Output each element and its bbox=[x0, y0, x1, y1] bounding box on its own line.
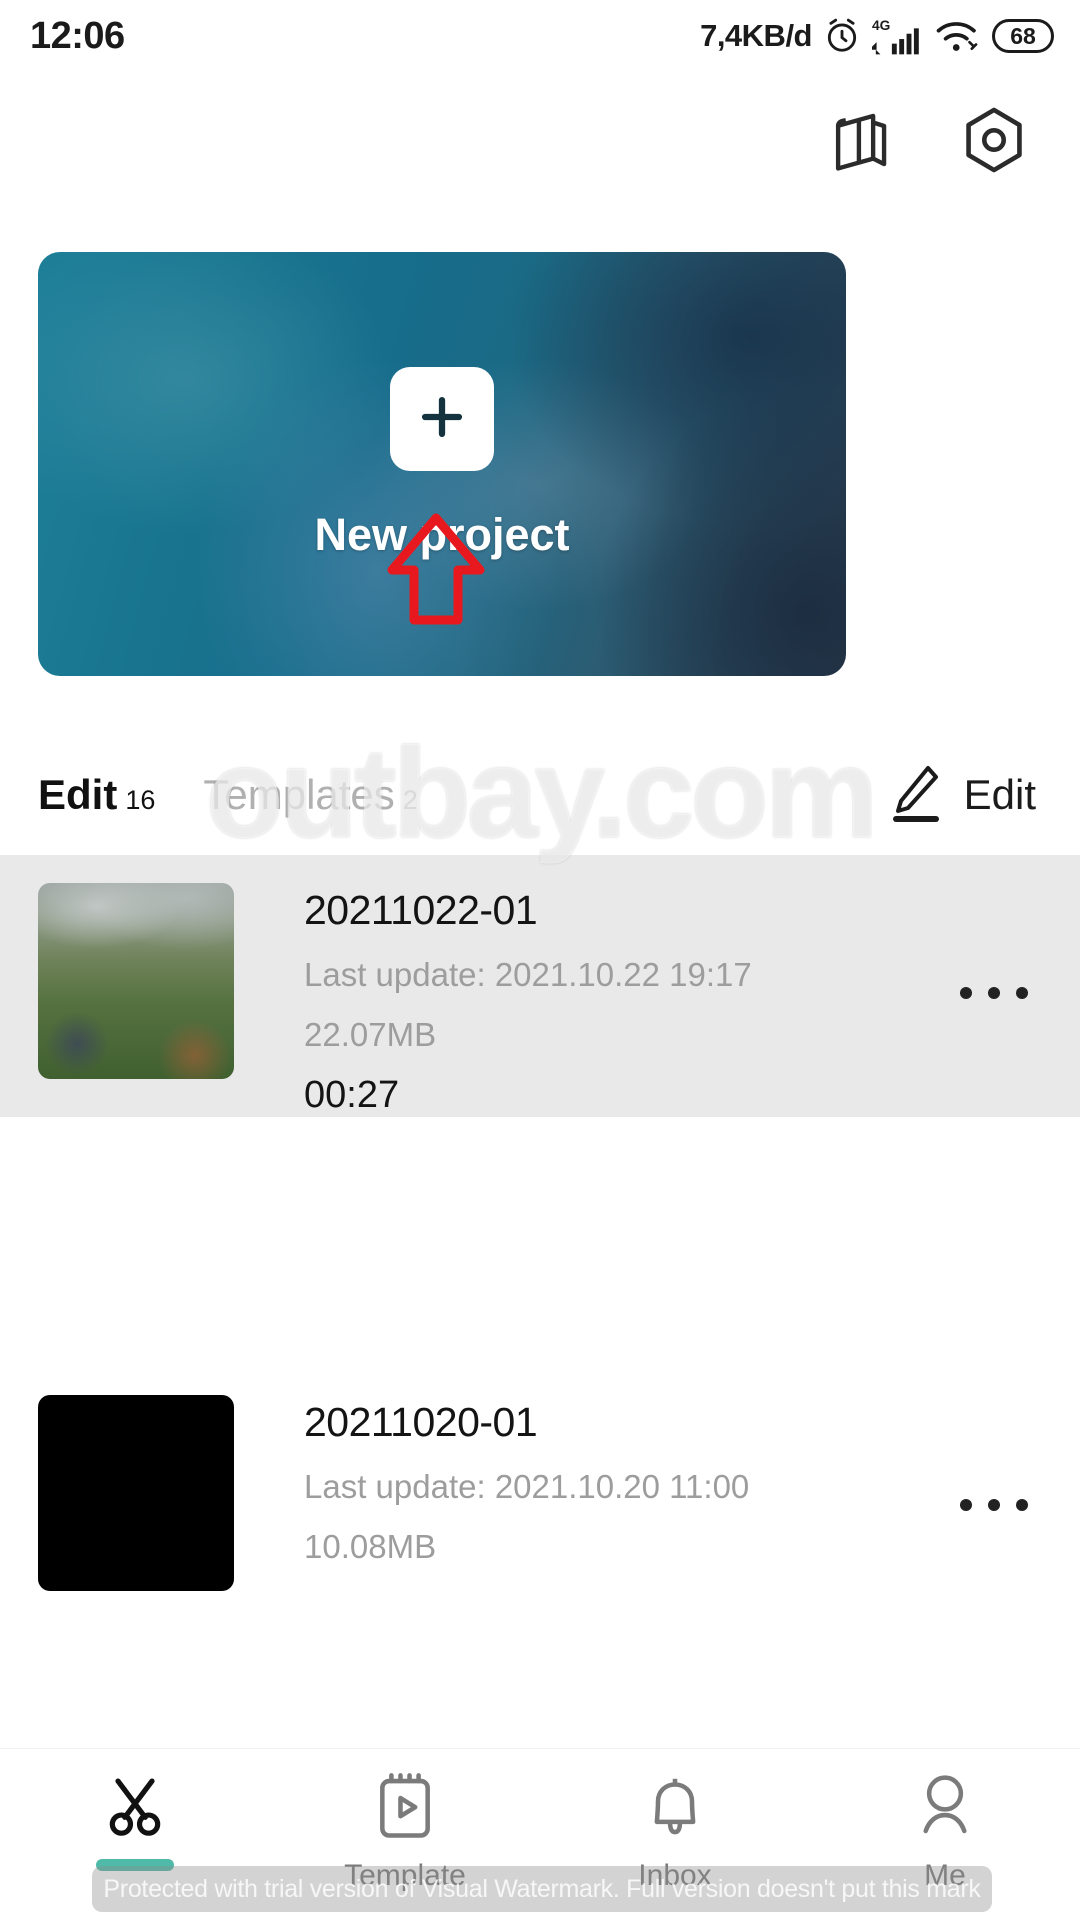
wifi-icon bbox=[935, 17, 981, 55]
project-last-update: Last update: 2021.10.22 19:17 bbox=[304, 956, 752, 993]
tab-edit-label: Edit bbox=[38, 771, 118, 818]
bell-icon bbox=[643, 1771, 707, 1841]
more-options-icon bbox=[988, 987, 1000, 999]
table-row[interactable]: 20211022-01 Last update: 2021.10.22 19:1… bbox=[0, 855, 1080, 1117]
tab-templates-count: 2 bbox=[402, 785, 418, 815]
edit-projects-button[interactable]: Edit bbox=[890, 764, 1036, 827]
book-icon bbox=[825, 105, 895, 180]
nav-item-me[interactable]: Me bbox=[810, 1771, 1080, 1893]
nav-item-template[interactable]: Template bbox=[270, 1771, 540, 1893]
app-header bbox=[0, 72, 1080, 212]
nav-item-inbox-label: Inbox bbox=[638, 1859, 712, 1892]
project-info: 20211020-01 Last update: 2021.10.20 11:0… bbox=[234, 1395, 1040, 1591]
battery-indicator: 68 bbox=[992, 19, 1054, 53]
up-arrow-annotation bbox=[386, 512, 486, 626]
project-title: 20211022-01 bbox=[304, 887, 538, 933]
tab-templates-label: Templates bbox=[203, 771, 395, 818]
project-last-update: Last update: 2021.10.20 11:00 bbox=[304, 1468, 750, 1505]
more-options-icon bbox=[1016, 1499, 1028, 1511]
plus-icon bbox=[413, 388, 471, 451]
bottom-navigation: Template Inbox Me bbox=[0, 1748, 1080, 1920]
new-project-plus-button[interactable] bbox=[390, 367, 494, 471]
signal-generation-label: 4G bbox=[872, 18, 890, 33]
nav-active-indicator bbox=[96, 1859, 174, 1871]
tab-edit-count: 16 bbox=[125, 785, 156, 815]
project-more-button[interactable] bbox=[960, 1499, 1028, 1511]
more-options-icon bbox=[960, 987, 972, 999]
project-more-button[interactable] bbox=[960, 987, 1028, 999]
project-size: 10.08MB bbox=[304, 1528, 437, 1565]
network-speed-label: 7,4KB/d bbox=[700, 18, 812, 53]
project-size: 22.07MB bbox=[304, 1016, 437, 1053]
status-bar-clock: 12:06 bbox=[30, 14, 125, 57]
tab-templates[interactable]: Templates 2 bbox=[203, 771, 417, 819]
more-options-icon bbox=[1016, 987, 1028, 999]
tab-edit[interactable]: Edit 16 bbox=[38, 771, 155, 819]
pencil-icon bbox=[890, 764, 942, 827]
more-options-icon bbox=[988, 1499, 1000, 1511]
more-options-icon bbox=[960, 1499, 972, 1511]
project-duration: 00:27 bbox=[304, 1074, 400, 1116]
nav-item-inbox[interactable]: Inbox bbox=[540, 1771, 810, 1893]
template-icon bbox=[374, 1771, 436, 1841]
table-row[interactable]: 20211020-01 Last update: 2021.10.20 11:0… bbox=[0, 1367, 1080, 1591]
alarm-clock-icon bbox=[823, 17, 861, 55]
nav-item-template-label: Template bbox=[344, 1859, 466, 1892]
project-thumbnail[interactable] bbox=[38, 883, 234, 1079]
edit-projects-label: Edit bbox=[963, 771, 1036, 818]
project-tabs: Edit 16 Templates 2 Edit bbox=[0, 752, 1080, 838]
status-bar: 12:06 7,4KB/d 4G 68 bbox=[0, 0, 1080, 72]
hexagon-settings-icon bbox=[957, 103, 1031, 182]
status-bar-indicators: 7,4KB/d 4G 68 bbox=[700, 16, 1054, 56]
project-thumbnail[interactable] bbox=[38, 1395, 234, 1591]
nav-item-me-label: Me bbox=[924, 1859, 966, 1892]
project-info: 20211022-01 Last update: 2021.10.22 19:1… bbox=[234, 883, 1040, 1117]
person-icon bbox=[913, 1771, 977, 1841]
settings-button[interactable] bbox=[956, 104, 1032, 180]
tutorial-button[interactable] bbox=[822, 104, 898, 180]
project-list: 20211022-01 Last update: 2021.10.22 19:1… bbox=[0, 855, 1080, 1591]
nav-item-edit[interactable] bbox=[0, 1771, 270, 1871]
signal-icon: 4G bbox=[872, 16, 924, 56]
project-title: 20211020-01 bbox=[304, 1399, 538, 1445]
scissors-icon bbox=[101, 1771, 169, 1841]
